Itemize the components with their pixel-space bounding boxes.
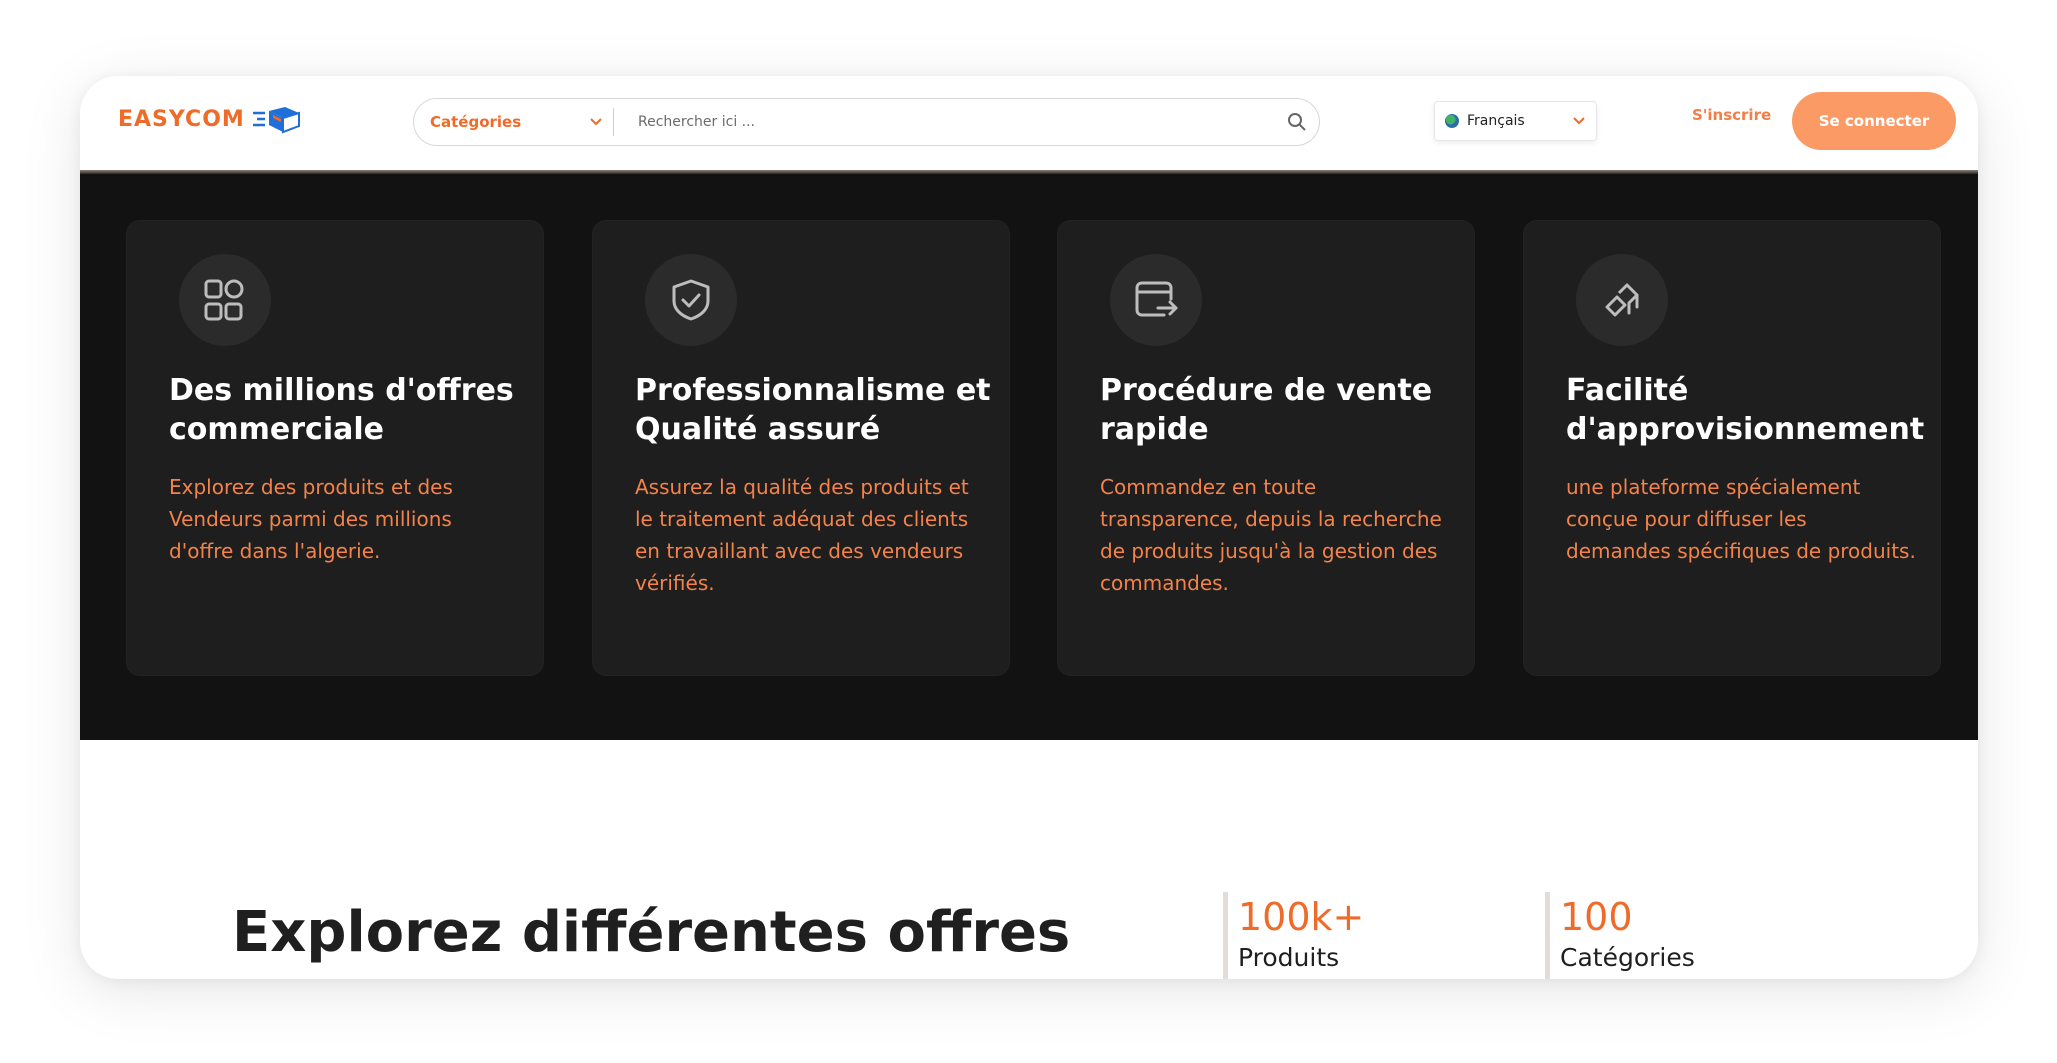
feature-title: Professionnalisme et Qualité assuré (635, 373, 991, 447)
stat-value: 100 (1560, 895, 1633, 939)
feature-icon-wrapper (645, 254, 737, 346)
feature-icon-wrapper (179, 254, 271, 346)
globe-icon (1445, 114, 1459, 128)
search-button[interactable] (1275, 112, 1319, 132)
page-frame: EASYCOM Catégories Rechercher ici ... Fr… (80, 76, 1978, 979)
search-icon (1288, 113, 1306, 131)
stat-categories: 100 Catégories (1545, 892, 1695, 979)
language-label: Français (1467, 113, 1525, 129)
feature-title: Procédure de vente rapide (1100, 373, 1433, 447)
feature-title: Des millions d'offres commerciale (169, 373, 514, 447)
signup-link[interactable]: S'inscrire (1692, 106, 1771, 124)
categories-label: Catégories (430, 113, 522, 131)
feature-description: Assurez la qualité des produits et le tr… (635, 475, 969, 595)
feature-icon-wrapper (1576, 254, 1668, 346)
search-bar: Catégories (413, 98, 1320, 146)
card-transfer-icon (1135, 281, 1178, 317)
stat-products: 100k+ Produits (1223, 892, 1364, 979)
supply-icon (1605, 283, 1639, 317)
header: EASYCOM Catégories Rechercher ici ... Fr… (80, 76, 1978, 170)
feature-description: Explorez des produits et des Vendeurs pa… (169, 475, 453, 563)
feature-description: une plateforme spécialement conçue pour … (1566, 475, 1916, 563)
logo[interactable]: EASYCOM (118, 104, 301, 134)
feature-card: Professionnalisme et Qualité assuré Assu… (592, 220, 1010, 676)
stat-label: Catégories (1560, 943, 1695, 972)
logo-text: EASYCOM (118, 106, 245, 132)
explore-title: Explorez différentes offres adapté (232, 900, 1071, 979)
features-section: Des millions d'offres commerciale Explor… (80, 174, 1978, 740)
logo-box-icon (252, 107, 300, 134)
language-selector[interactable]: Français (1434, 101, 1597, 141)
categories-dropdown[interactable]: Catégories (414, 108, 614, 136)
grid-icon (204, 279, 244, 321)
login-button[interactable]: Se connecter (1792, 92, 1956, 150)
shield-check-icon (672, 279, 710, 321)
feature-icon-wrapper (1110, 254, 1202, 346)
feature-description: Commandez en toute transparence, depuis … (1100, 475, 1442, 595)
stat-label: Produits (1238, 943, 1340, 972)
chevron-down-icon (590, 118, 602, 126)
feature-card: Des millions d'offres commerciale Explor… (126, 220, 544, 676)
stat-value: 100k+ (1238, 895, 1365, 939)
feature-card: Facilité d'approvisionnement une platefo… (1523, 220, 1941, 676)
chevron-down-icon (1573, 117, 1585, 125)
feature-title: Facilité d'approvisionnement (1566, 373, 1925, 447)
feature-card: Procédure de vente rapide Commandez en t… (1057, 220, 1475, 676)
search-input[interactable] (614, 99, 1275, 145)
